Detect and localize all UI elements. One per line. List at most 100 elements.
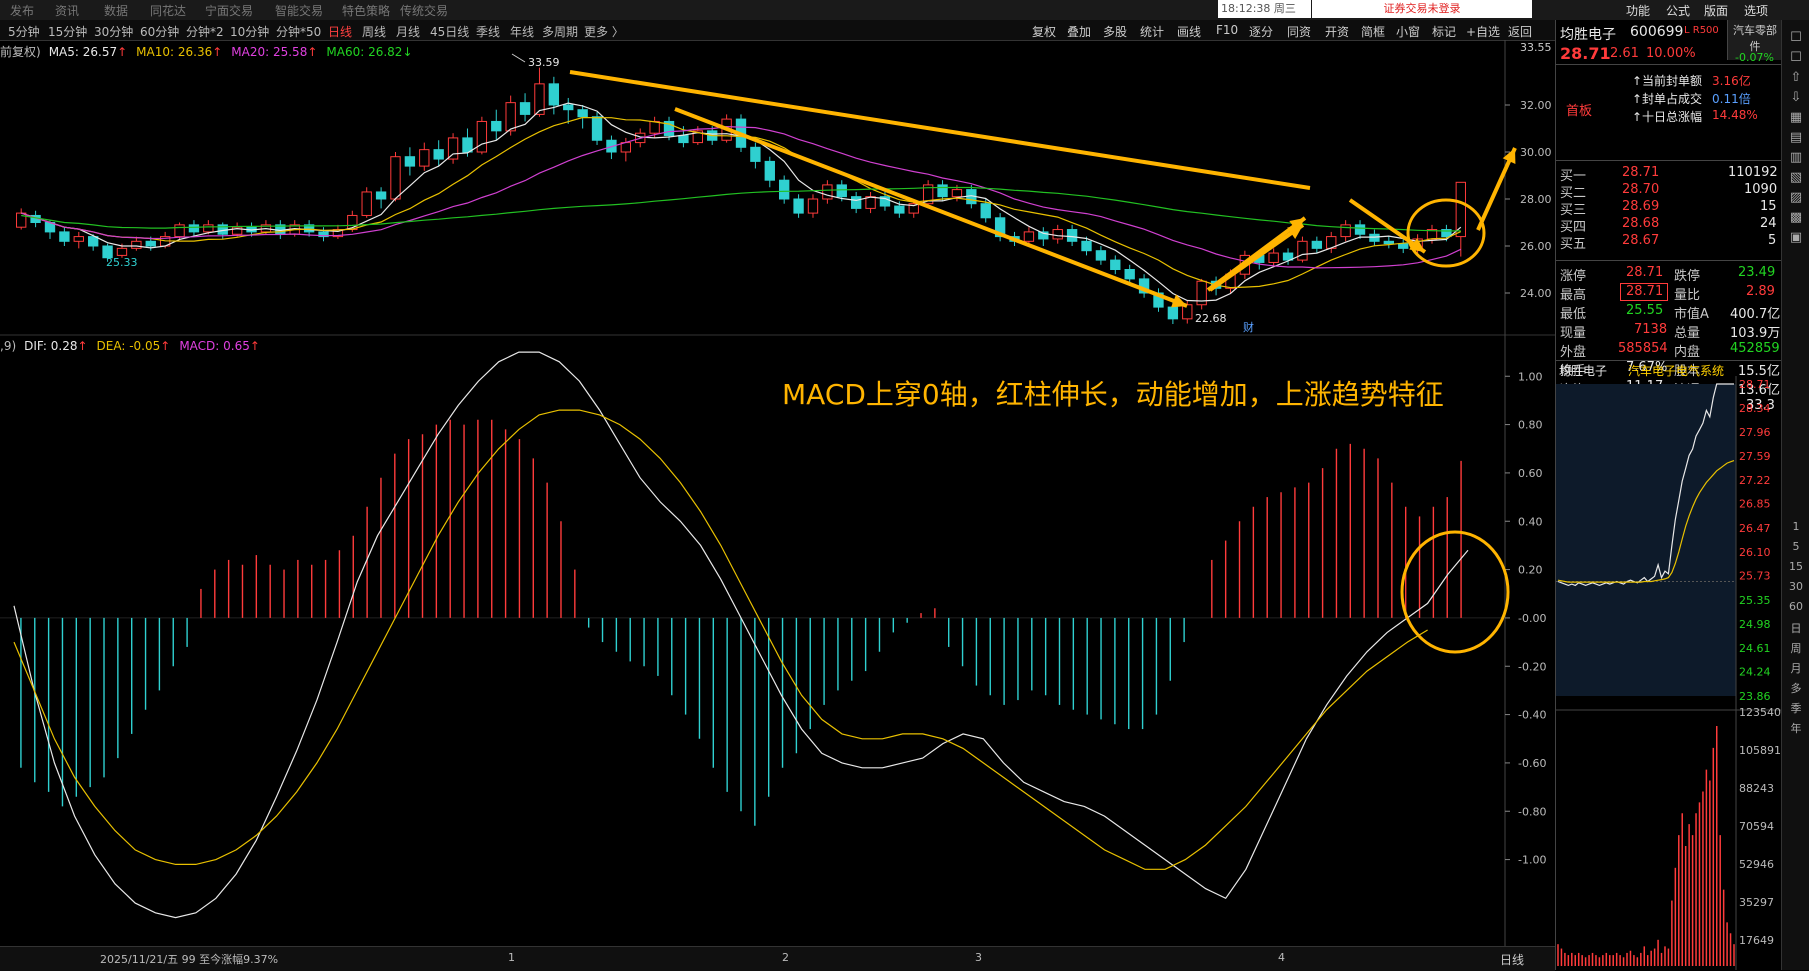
price-grid [0, 40, 1555, 946]
downtrend-line-upper [569, 70, 1311, 190]
seal-label: ↑当前封单额 [1632, 74, 1703, 88]
toolbar-button[interactable]: 开资 [1325, 23, 1349, 40]
stat-label: 外盘 [1560, 345, 1587, 360]
month-label: 4 [1278, 951, 1285, 964]
tool-icon[interactable]: ☐ [1786, 30, 1806, 45]
finance-marker-icon: 财 [1243, 320, 1254, 334]
period-shortcut[interactable]: 5 [1786, 540, 1806, 553]
top-menu-item[interactable]: 同花达 [150, 2, 186, 19]
chart-area[interactable]: 33.55 32.00 30.00 28.00 26.00 24.00 1.00 0.80 0… [0, 40, 1555, 946]
period-shortcut[interactable]: 年 [1786, 720, 1806, 736]
toolbar-button[interactable]: 标记 [1432, 23, 1456, 40]
timeframe-tab[interactable]: 周线 [362, 23, 386, 40]
stock-tag: L R500 [1684, 25, 1719, 36]
legend-arrow-icon: ↑ [212, 45, 223, 59]
month-label: 1 [508, 951, 515, 964]
stock-name: 均胜电子 [1560, 27, 1616, 43]
top-menu-item[interactable]: 发布 [10, 2, 34, 19]
tool-icon[interactable]: ▨ [1786, 190, 1806, 205]
book-volume: 110192 [1728, 165, 1778, 180]
period-shortcut[interactable]: 60 [1786, 600, 1806, 613]
candle-body [404, 156, 416, 167]
candle-body [1268, 252, 1279, 263]
macd-axis-label: -0.40 [1518, 709, 1546, 722]
candle-body [188, 224, 200, 233]
login-status[interactable]: 证券交易未登录 [1312, 0, 1532, 18]
period-shortcut[interactable]: 月 [1786, 660, 1806, 676]
toolbar-button[interactable]: 复权 [1032, 23, 1056, 40]
mini-axis-label: 27.96 [1739, 426, 1771, 439]
macd-circle [1400, 530, 1510, 654]
timeframe-tab[interactable]: 更多 〉 [584, 23, 624, 40]
sector-name-1: 汽车零部 [1733, 24, 1777, 37]
period-tab[interactable]: 日线 [1500, 951, 1524, 968]
tool-icon[interactable]: ⇩ [1786, 90, 1806, 105]
candle-body [505, 102, 516, 132]
toolbar-button[interactable]: +自选 [1466, 23, 1500, 40]
period-shortcut[interactable]: 日 [1786, 620, 1806, 636]
top-right-menu-item[interactable]: 版面 [1704, 2, 1728, 19]
top-right-menu-item[interactable]: 公式 [1666, 2, 1690, 19]
timeframe-tab[interactable]: 月线 [396, 23, 420, 40]
candle-body [563, 104, 574, 111]
period-shortcut[interactable]: 15 [1786, 560, 1806, 573]
top-right-menu-item[interactable]: 选项 [1744, 2, 1768, 19]
tool-icon[interactable]: ▧ [1786, 170, 1806, 185]
timeframe-tab[interactable]: 30分钟 [94, 23, 133, 40]
tool-icon[interactable]: ▥ [1786, 150, 1806, 165]
period-shortcut[interactable]: 多 [1786, 680, 1806, 696]
period-shortcut[interactable]: 周 [1786, 640, 1806, 656]
tool-icon[interactable]: ▩ [1786, 210, 1806, 225]
candle-body [419, 149, 430, 167]
low-price-label: 22.68 [1195, 312, 1227, 325]
book-price: 28.71 [1622, 165, 1660, 180]
candle-body [59, 231, 70, 242]
timeframe-tab[interactable]: 分钟*2 [186, 23, 224, 40]
toolbar-button[interactable]: 画线 [1177, 23, 1201, 40]
period-shortcut[interactable]: 30 [1786, 580, 1806, 593]
toolbar-button[interactable]: 叠加 [1067, 23, 1091, 40]
toolbar-button[interactable]: 返回 [1508, 23, 1532, 40]
toolbar-button[interactable]: 小窗 [1396, 23, 1420, 40]
legend-item: DEA: -0.05 [96, 339, 161, 353]
period-shortcut[interactable]: 季 [1786, 700, 1806, 716]
top-menu-item[interactable]: 宁面交易 [205, 2, 253, 19]
top-menu-item[interactable]: 资讯 [55, 2, 79, 19]
candle-body [1455, 181, 1466, 238]
toolbar-button[interactable]: F10 [1216, 23, 1238, 37]
candle-body [16, 212, 27, 228]
volume-axis-label: 70594 [1739, 820, 1774, 833]
tool-icon[interactable]: ▣ [1786, 230, 1806, 245]
top-menu-item[interactable]: 智能交易 [275, 2, 323, 19]
mini-axis-label: 28.34 [1739, 402, 1771, 415]
timeframe-tab[interactable]: 多周期 [542, 23, 578, 40]
tool-icon[interactable]: ▦ [1786, 110, 1806, 125]
stat-value: 400.7亿 [1730, 307, 1781, 322]
timeframe-tab[interactable]: 年线 [510, 23, 534, 40]
timeframe-tab[interactable]: 季线 [476, 23, 500, 40]
toolbar-button[interactable]: 逐分 [1249, 23, 1273, 40]
tool-icon[interactable]: ☐ [1786, 50, 1806, 65]
timeframe-tab[interactable]: 10分钟 [230, 23, 269, 40]
top-right-menu-item[interactable]: 功能 [1626, 2, 1650, 19]
timeframe-tab[interactable]: 5分钟 [8, 23, 40, 40]
timeframe-tab[interactable]: 60分钟 [140, 23, 179, 40]
timeframe-tab[interactable]: 45日线 [430, 23, 469, 40]
toolbar-button[interactable]: 简框 [1361, 23, 1385, 40]
toolbar-button[interactable]: 同资 [1287, 23, 1311, 40]
tool-icon[interactable]: ⇧ [1786, 70, 1806, 85]
timeframe-tab[interactable]: 分钟*50 [276, 23, 321, 40]
seal-value: 0.11倍 [1712, 92, 1751, 106]
timeframe-tab[interactable]: 日线 [328, 23, 352, 40]
top-menu-item[interactable]: 数据 [104, 2, 128, 19]
toolbar-button[interactable]: 多股 [1103, 23, 1127, 40]
timeframe-tab[interactable]: 15分钟 [48, 23, 87, 40]
period-shortcut[interactable]: 1 [1786, 520, 1806, 533]
candle-body [390, 156, 401, 200]
tool-icon[interactable]: ▤ [1786, 130, 1806, 145]
top-menu-item[interactable]: 特色策略 [342, 2, 390, 19]
ma-legend: 前复权) MA5: 26.57↑ MA10: 26.36↑ MA20: 25.58↑ M… [0, 43, 422, 60]
top-menu-item[interactable]: 传统交易 [400, 2, 448, 19]
intraday-chart[interactable]: 28.71 28.34 27.96 27.59 27.22 26.85 26.47 26.10… [1556, 376, 1782, 970]
toolbar-button[interactable]: 统计 [1140, 23, 1164, 40]
